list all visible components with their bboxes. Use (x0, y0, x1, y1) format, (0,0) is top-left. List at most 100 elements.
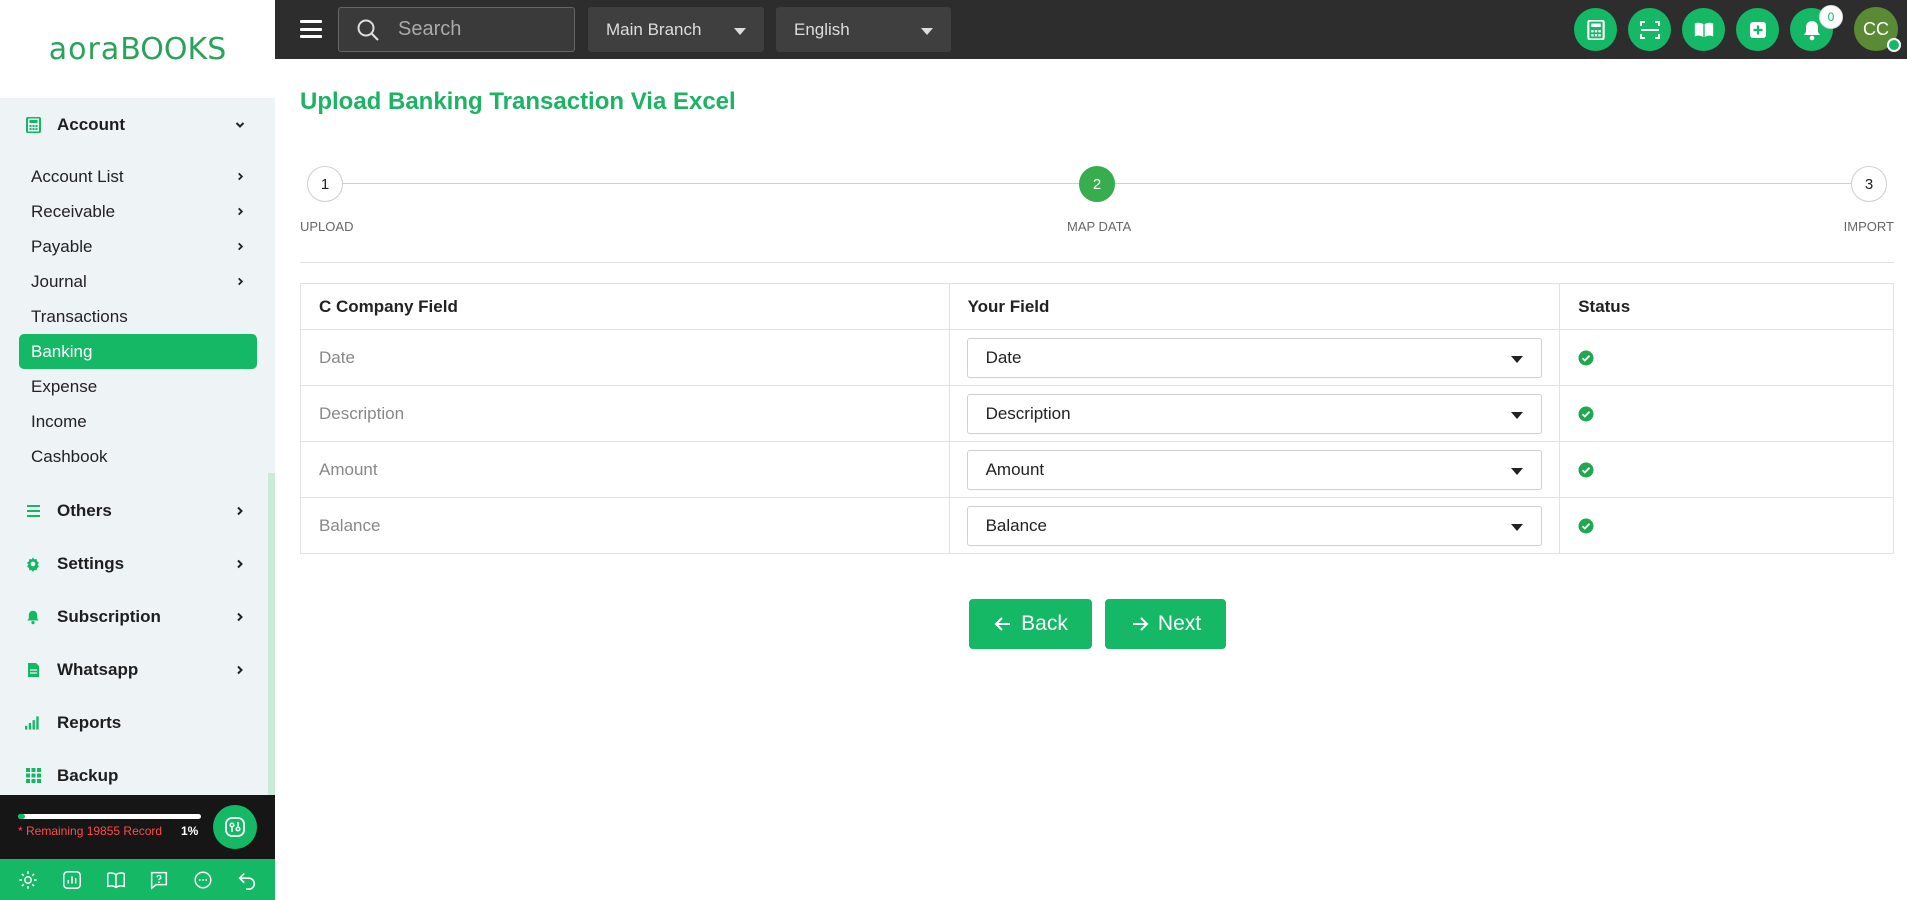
status-cell (1559, 385, 1894, 442)
sidebar-item-income[interactable]: Income (19, 404, 257, 439)
account-submenu: Account List Receivable Payable Journal Tran… (0, 151, 275, 484)
status-cell (1559, 329, 1894, 386)
next-button[interactable]: Next (1105, 599, 1226, 649)
step-2-label: MAP DATA (1067, 219, 1132, 234)
sidebar-item-receivable[interactable]: Receivable (19, 194, 257, 229)
book-icon[interactable] (103, 867, 129, 893)
sidebar-quick-actions (0, 859, 275, 900)
caret-down-icon (1511, 411, 1524, 419)
sidebar-item-expense[interactable]: Expense (19, 369, 257, 404)
chevron-right-icon (238, 207, 244, 216)
your-field-select[interactable]: Balance (966, 505, 1543, 546)
table-row: Date Date (300, 329, 1894, 386)
scan-button[interactable] (1628, 8, 1671, 51)
your-field-cell: Description (948, 385, 1561, 442)
sidebar-group-label: Account (57, 114, 125, 134)
check-circle-icon (1578, 518, 1594, 533)
sidebar-group-backup[interactable]: Backup (0, 749, 275, 795)
bell-icon (25, 609, 41, 625)
sidebar-item-journal[interactable]: Journal (19, 264, 257, 299)
sidebar-group-label: Others (57, 500, 112, 520)
help-icon[interactable] (146, 867, 172, 893)
language-select[interactable]: English (776, 7, 951, 52)
branch-select-value: Main Branch (606, 19, 702, 39)
notifications-button[interactable]: 0 (1790, 5, 1843, 51)
record-progress-bar (18, 814, 201, 819)
plus-square-icon (1749, 21, 1766, 38)
your-field-cell: Balance (948, 497, 1561, 554)
bell-icon (1803, 20, 1820, 40)
next-button-label: Next (1157, 612, 1202, 635)
sidebar-group-others[interactable]: Others (0, 484, 275, 537)
sidebar-item-label: Receivable (31, 201, 116, 221)
sidebar-item-transactions[interactable]: Transactions (19, 299, 257, 334)
language-select-value: English (794, 19, 850, 39)
support-button[interactable] (213, 805, 257, 849)
settings-gear-icon[interactable] (15, 867, 41, 893)
grid-icon (25, 768, 41, 784)
remaining-records-text: * Remaining 19855 Record (18, 824, 163, 838)
arrow-left-icon (994, 617, 1011, 631)
your-field-select[interactable]: Amount (966, 449, 1543, 490)
calculator-button[interactable] (1574, 8, 1617, 51)
add-new-button[interactable] (1736, 8, 1779, 51)
sidebar-group-settings[interactable]: Settings (0, 537, 275, 590)
sidebar-item-label: Transactions (31, 306, 128, 326)
sidebar-item-label: Banking (31, 341, 93, 361)
sidebar-group-whatsapp[interactable]: Whatsapp (0, 643, 275, 696)
field-mapping-table: C Company Field Your Field Status Date Da… (300, 283, 1894, 554)
back-button-label: Back (1021, 612, 1068, 635)
sidebar-item-payable[interactable]: Payable (19, 229, 257, 264)
step-3-label: IMPORT (1843, 219, 1894, 234)
sidebar-group-account[interactable]: Account (0, 98, 275, 151)
company-field-cell: Amount (300, 441, 950, 498)
sidebar-item-label: Cashbook (31, 446, 108, 466)
ledger-book-button[interactable] (1682, 8, 1725, 51)
chart-icon[interactable] (59, 867, 85, 893)
calculator-icon (25, 116, 41, 133)
sidebar-groups: Others Settings Subscription Whatsapp Report… (0, 484, 275, 795)
step-1-circle: 1 (307, 166, 343, 202)
sidebar-group-label: Backup (57, 765, 119, 785)
search-box[interactable] (338, 7, 575, 52)
document-icon (25, 662, 41, 678)
sidebar-group-subscription[interactable]: Subscription (0, 590, 275, 643)
your-field-select[interactable]: Description (966, 393, 1543, 434)
online-status-dot (1887, 38, 1901, 52)
your-field-cell: Date (948, 329, 1561, 386)
your-field-select[interactable]: Date (966, 337, 1543, 378)
hamburger-menu-icon[interactable] (300, 20, 322, 38)
table-header-row: C Company Field Your Field Status (300, 283, 1894, 330)
branch-select[interactable]: Main Branch (588, 7, 764, 52)
sidebar-scrollbar[interactable] (268, 473, 275, 795)
sidebar-item-account-list[interactable]: Account List (19, 159, 257, 194)
chevron-right-icon (238, 242, 244, 251)
your-field-select-value: Amount (985, 459, 1045, 479)
caret-down-icon (734, 28, 746, 35)
sidebar-item-banking[interactable]: Banking (19, 334, 257, 369)
check-circle-icon (1578, 406, 1594, 421)
sidebar-group-label: Settings (57, 553, 125, 573)
sidebar-group-reports[interactable]: Reports (0, 696, 275, 749)
step-1-label: UPLOAD (300, 219, 354, 234)
column-header-your-field: Your Field (948, 283, 1561, 330)
undo-icon[interactable] (234, 867, 260, 893)
sidebar-item-label: Income (31, 411, 87, 431)
scan-icon (1639, 20, 1660, 39)
app-logo[interactable]: aoraBOOKS (0, 0, 275, 98)
sidebar-item-cashbook[interactable]: Cashbook (19, 439, 257, 474)
book-open-icon (1694, 22, 1713, 37)
back-button[interactable]: Back (969, 599, 1092, 649)
search-input[interactable] (398, 18, 558, 41)
chevron-right-icon (238, 277, 244, 286)
top-bar: Main Branch English 0 CC (275, 0, 1907, 59)
sidebar-item-label: Account List (31, 166, 124, 186)
divider (300, 262, 1894, 263)
your-field-cell: Amount (948, 441, 1561, 498)
your-field-select-value: Date (985, 347, 1022, 367)
chevron-right-icon (238, 172, 244, 181)
chat-icon[interactable] (190, 867, 216, 893)
avatar-initials: CC (1863, 18, 1889, 39)
chevron-right-icon (237, 612, 243, 621)
user-avatar[interactable]: CC (1854, 7, 1901, 52)
